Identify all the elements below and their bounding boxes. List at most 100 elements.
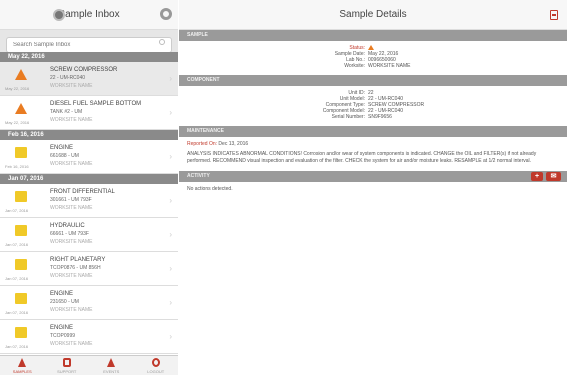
component-section-header: COMPONENT [179,75,567,86]
details-header: Sample Details [179,0,567,30]
list-item[interactable]: Jan 07, 2016 FRONT DIFFERENTIAL 301661 - U… [0,184,178,218]
sample-section-header: SAMPLE [179,30,567,41]
list-item[interactable]: Jan 07, 2016 ENGINE 231650 - UM WORKSITE NA… [0,286,178,320]
item-unit: TANK #2 - UM [50,109,83,115]
tab-samples[interactable]: SAMPLES [0,356,45,375]
maintenance-text: ANALYSIS INDICATES ABNORMAL CONDITIONS! … [187,151,537,164]
item-unit: 301661 - UM 793F [50,197,92,203]
item-component: ENGINE [50,325,74,331]
envelope-icon [15,191,27,203]
event-icon [107,358,116,367]
chevron-right-icon: › [169,332,172,341]
reported-on: Reported On: Dec 13, 2016 [187,141,559,148]
chevron-right-icon: › [169,264,172,273]
maintenance-section: Reported On: Dec 13, 2016 ANALYSIS INDIC… [179,137,567,171]
item-component: DIESEL FUEL SAMPLE BOTTOM [50,101,142,107]
item-worksite: WORKSITE NAME [50,161,93,167]
inbox-header: Sample Inbox [0,0,178,30]
tab-logout[interactable]: LOGOUT [134,356,179,375]
detail-key: Serial Number: [331,114,365,120]
search-icon [159,39,165,45]
inbox-title: Sample Inbox [58,9,120,20]
activity-section-header: ACTIVITY + ✉ [179,171,567,182]
list-item[interactable]: Feb 16, 2016 ENGINE 661688 - UM WORKSITE NA… [0,140,178,174]
chat-button[interactable]: ✉ [546,172,561,181]
list-item[interactable]: Jan 07, 2016 ENGINE TCOP0999 WORKSITE NAME › [0,320,178,354]
item-date: Jan 07, 2016 [5,276,29,281]
item-worksite: WORKSITE NAME [50,83,93,89]
tab-label: SUPPORT [57,369,77,374]
item-component: SCREW COMPRESSOR [50,67,118,73]
item-unit: TCOP0999 [50,333,76,339]
chevron-right-icon: › [169,196,172,205]
item-date: Jan 07, 2016 [5,242,29,247]
item-date: May 22, 2016 [5,86,30,91]
item-component: HYDRAULIC [50,223,85,229]
envelope-icon [15,225,27,237]
detail-row: Worksite: WORKSITE NAME [179,63,567,69]
warning-icon [15,69,27,81]
item-component: RIGHT PLANETARY [50,257,106,263]
item-worksite: WORKSITE NAME [50,273,93,279]
item-date: Jan 07, 2016 [5,344,29,349]
chevron-right-icon: › [169,152,172,161]
detail-key: Worksite: [344,63,365,69]
item-component: ENGINE [50,145,74,151]
power-icon [151,358,160,367]
tab-label: LOGOUT [147,369,165,374]
component-section: Unit ID: 22 Unit Model: 22 - UM-RC040 Compon… [179,86,567,126]
reported-date: Dec 13, 2016 [218,141,249,147]
item-worksite: WORKSITE NAME [50,239,93,245]
add-activity-button[interactable]: + [531,172,543,181]
detail-value: WORKSITE NAME [368,63,411,69]
item-unit: 22 - UM-RC040 [50,75,86,81]
details-title: Sample Details [339,9,407,20]
group-header: May 22, 2016 [0,52,178,62]
envelope-icon [15,293,27,305]
logo-icon [53,9,65,21]
list-item[interactable]: May 22, 2016 DIESEL FUEL SAMPLE BOTTOM TAN… [0,96,178,130]
group-header: Jan 07, 2016 [0,174,178,184]
item-worksite: WORKSITE NAME [50,117,93,123]
warning-icon [15,103,27,115]
sample-details-panel: Sample Details SAMPLE Status: Sample Dat… [179,0,567,375]
maintenance-section-header: MAINTENANCE [179,126,567,137]
envelope-icon [15,147,27,159]
item-component: FRONT DIFFERENTIAL [50,189,115,195]
item-worksite: WORKSITE NAME [50,307,93,313]
detail-value: SN9F9656 [368,114,392,120]
phone-icon [62,358,71,367]
search-input[interactable] [6,37,172,53]
item-unit: 661688 - UM [50,153,79,159]
tab-events[interactable]: EVENTS [89,356,134,375]
sample-section: Status: Sample Date: May 22, 2016 Lab No.:… [179,41,567,75]
list-item[interactable]: May 22, 2016 SCREW COMPRESSOR 22 - UM-RC04… [0,62,178,96]
tab-support[interactable]: SUPPORT [45,356,90,375]
list-item[interactable]: Jan 07, 2016 RIGHT PLANETARY TCOP0876 - UM… [0,252,178,286]
envelope-icon [15,327,27,339]
item-unit: 231650 - UM [50,299,79,305]
envelope-icon [15,259,27,271]
item-unit: 66661 - UM 793F [50,231,89,237]
item-worksite: WORKSITE NAME [50,205,93,211]
detail-row: Serial Number: SN9F9656 [179,114,567,120]
item-worksite: WORKSITE NAME [50,341,93,347]
tab-label: EVENTS [103,369,120,374]
reported-label: Reported On: [187,141,218,147]
item-component: ENGINE [50,291,74,297]
item-date: Jan 07, 2016 [5,310,29,315]
warning-icon [368,45,374,51]
gear-icon[interactable] [160,8,172,20]
item-date: Jan 07, 2016 [5,208,29,213]
tab-bar: SAMPLES SUPPORT EVENTS LOGOUT [0,355,178,375]
activity-empty-text: No actions detected. [187,186,233,192]
item-unit: TCOP0876 - UM 856H [50,265,101,271]
search-bar [0,30,178,53]
list-item[interactable]: Jan 07, 2016 HYDRAULIC 66661 - UM 793F WORK… [0,218,178,252]
sample-list: May 22, 2016 May 22, 2016 SCREW COMPRESSOR… [0,52,178,355]
sample-inbox-panel: Sample Inbox May 22, 2016 May 22, 2016 SCR… [0,0,178,375]
chevron-right-icon: › [169,74,172,83]
flask-icon [18,358,27,367]
group-header: Feb 16, 2016 [0,130,178,140]
pdf-icon[interactable] [550,10,558,20]
